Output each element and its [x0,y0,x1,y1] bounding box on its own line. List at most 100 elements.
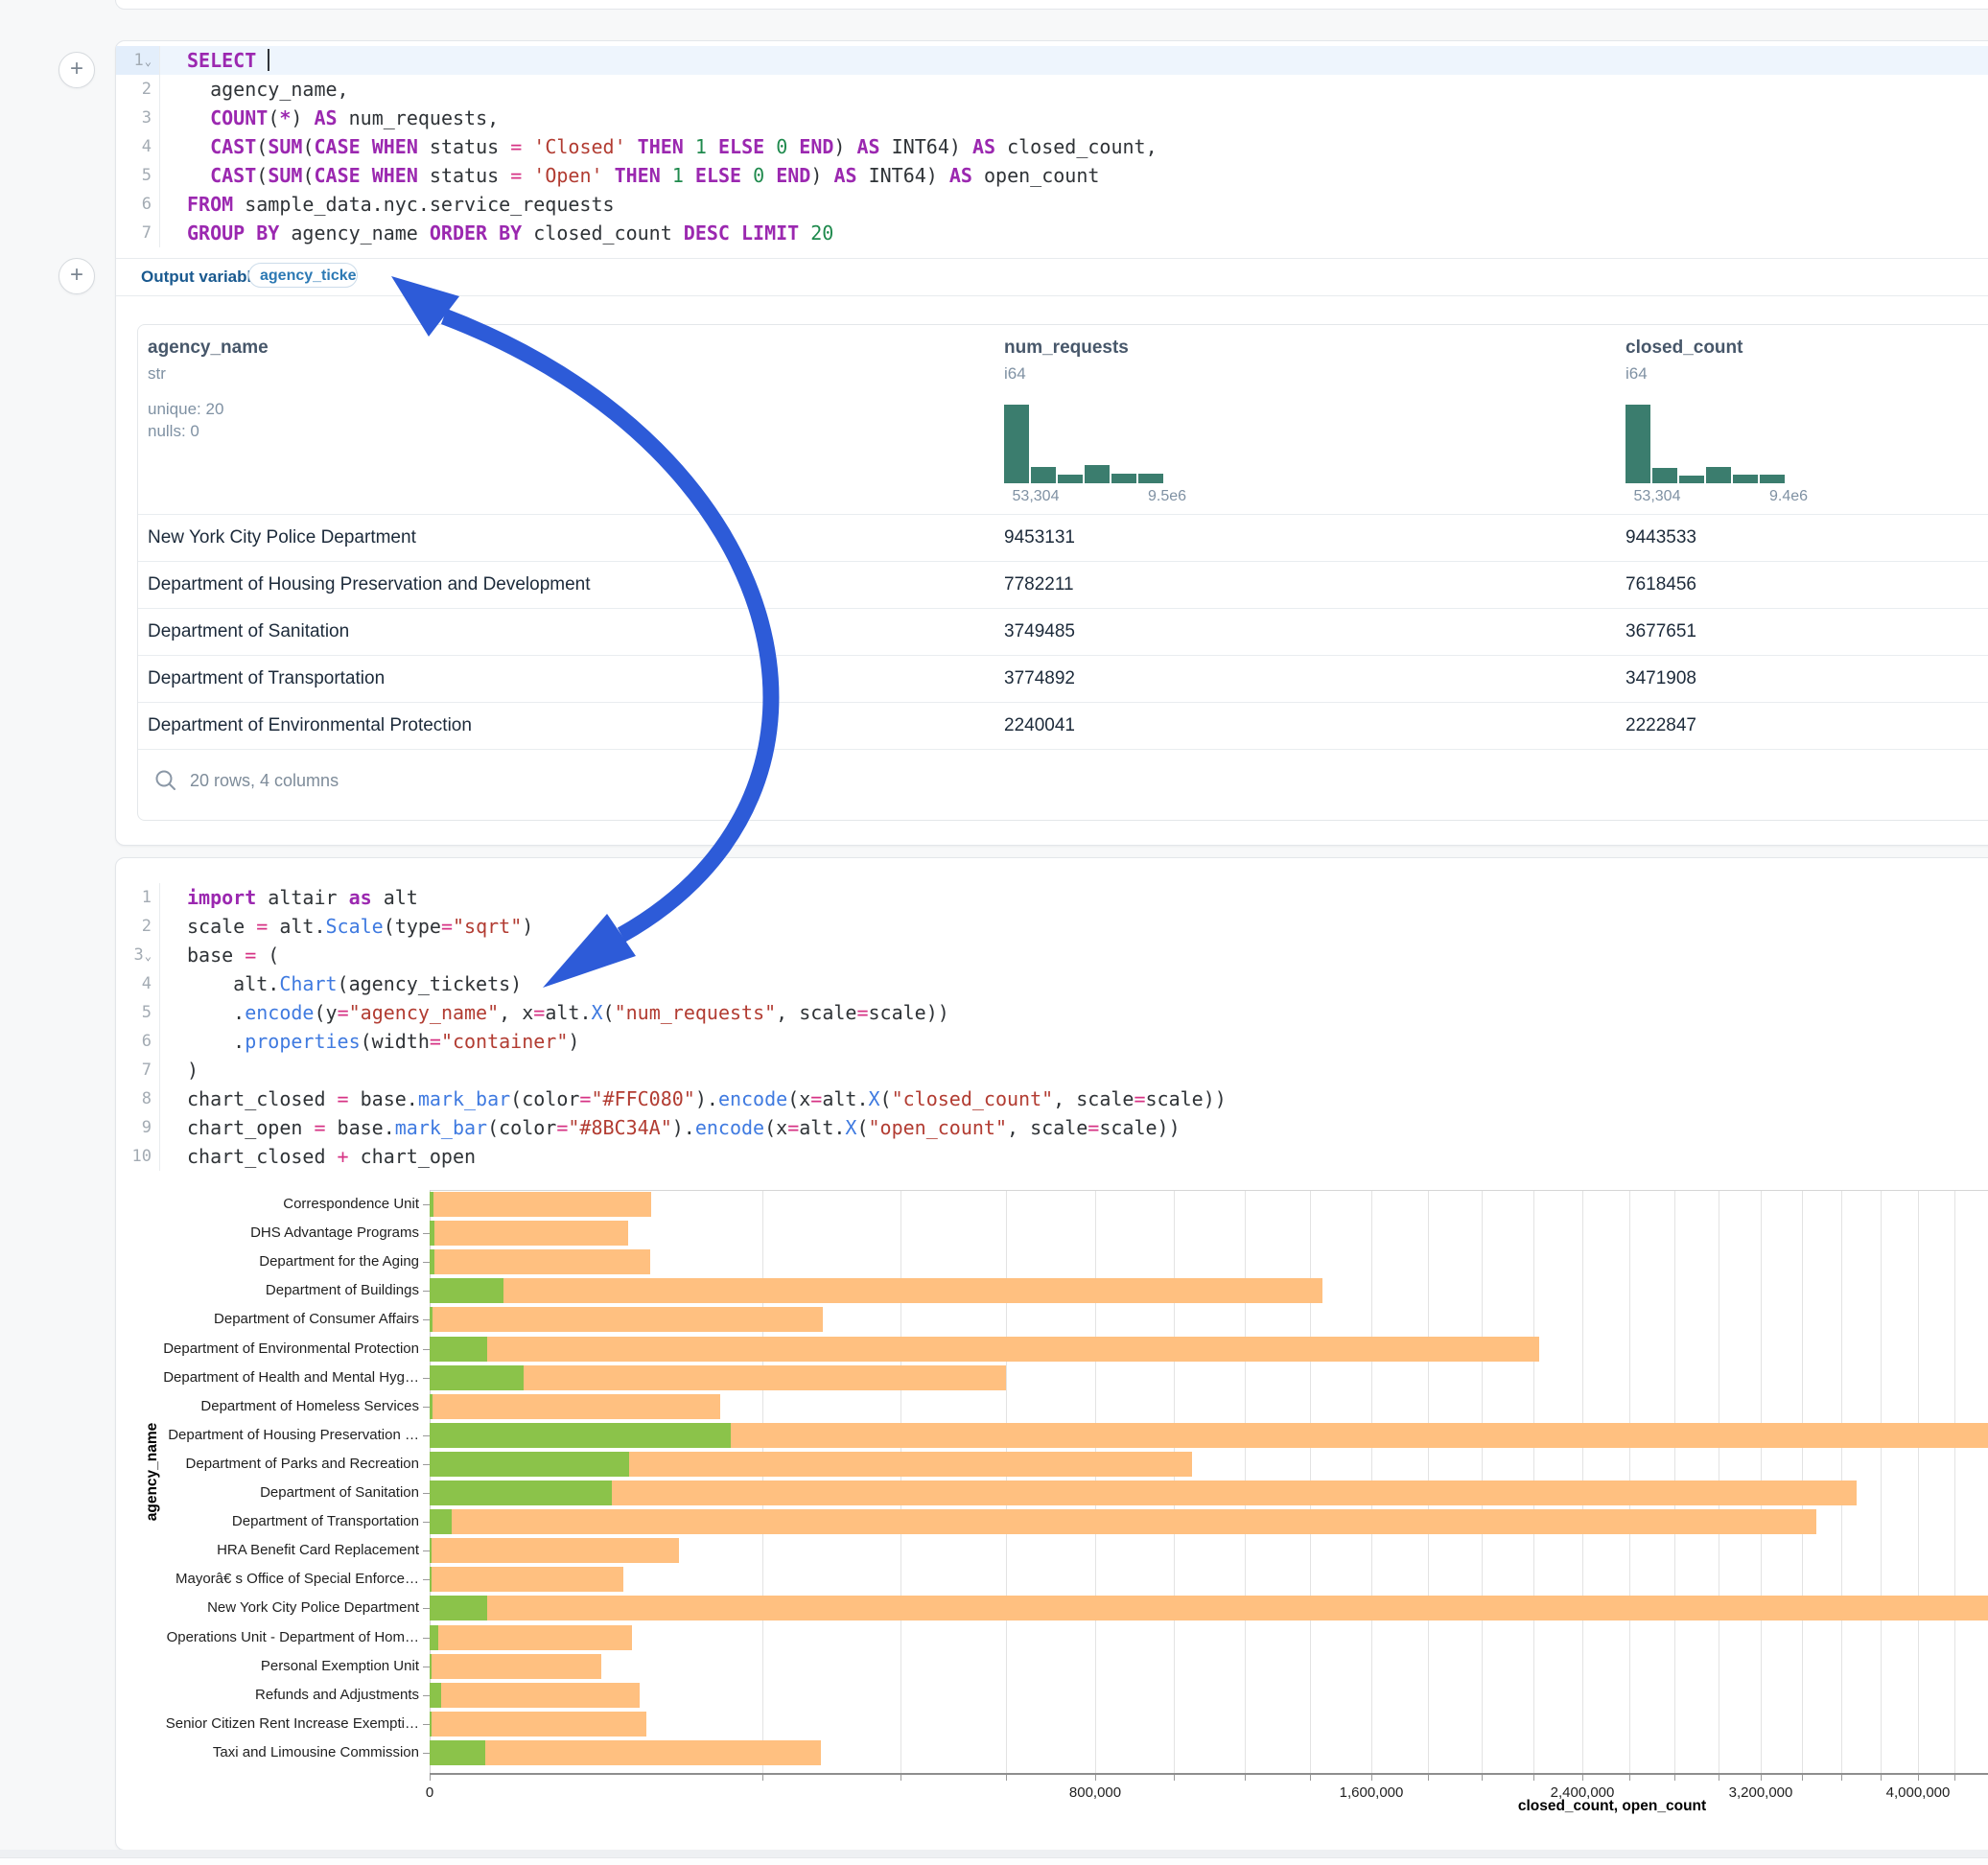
line-number: 1 [116,883,160,912]
bar-closed-count [430,1278,1322,1303]
column-header[interactable]: agency_name [148,338,269,359]
code-text: chart_closed = base.mark_bar(color="#FFC… [160,1087,1227,1110]
y-axis-tick [423,1435,430,1436]
bar-closed-count [430,1480,1857,1505]
line-number: 1⌄ [116,46,160,75]
bar-closed-count [430,1394,720,1419]
y-axis-tick [423,1724,430,1725]
y-axis-label: HRA Benefit Card Replacement [120,1542,419,1559]
y-axis-label: Taxi and Limousine Commission [120,1744,419,1761]
bar-closed-count [430,1307,823,1332]
table-row[interactable]: Department of Housing Preservation and D… [138,562,1988,609]
table-row[interactable]: Department of Environmental Protection22… [138,703,1988,750]
y-axis-tick [423,1262,430,1263]
y-axis-label: Department of Sanitation [120,1484,419,1502]
column-header[interactable]: closed_count [1625,338,1742,359]
bar-closed-count [430,1337,1539,1362]
y-axis-tick [423,1753,430,1754]
bar-open-count [430,1278,503,1303]
bar-open-count [430,1249,434,1274]
line-number: 6 [116,1027,160,1056]
table-row[interactable]: Department of Transportation377489234719… [138,656,1988,703]
code-line[interactable]: 6FROM sample_data.nyc.service_requests [116,190,1988,219]
code-line[interactable]: 5 CAST(SUM(CASE WHEN status = 'Open' THE… [116,161,1988,190]
table-cell: 2240041 [1004,703,1075,749]
line-number: 3⌄ [116,941,160,969]
bar-closed-count [430,1249,650,1274]
bar-open-count [430,1337,487,1362]
chevron-down-icon[interactable]: ⌄ [145,949,152,963]
y-axis-label: Department of Environmental Protection [120,1340,419,1358]
gridline [1918,1190,1919,1773]
python-code-editor[interactable]: 1import altair as alt2scale = alt.Scale(… [116,883,1988,1171]
x-axis-tick [1482,1775,1483,1781]
table-cell: 3774892 [1004,656,1075,702]
table-row[interactable]: Department of Sanitation37494853677651 [138,609,1988,656]
histogram-bar [1085,465,1110,483]
x-axis-tick [1674,1775,1675,1781]
python-cell: 1import altair as alt2scale = alt.Scale(… [115,857,1988,1851]
plot-top-border [430,1190,1988,1191]
x-axis-tick [1629,1775,1630,1781]
code-line[interactable]: 2scale = alt.Scale(type="sqrt") [116,912,1988,941]
divider [116,295,1988,296]
code-text: CAST(SUM(CASE WHEN status = 'Closed' THE… [160,135,1158,158]
y-axis-tick [423,1319,430,1320]
bar-closed-count [430,1596,1988,1620]
y-axis-tick [423,1493,430,1494]
code-line[interactable]: 10chart_closed + chart_open [116,1142,1988,1171]
gridline [1954,1190,1955,1773]
code-line[interactable]: 2 agency_name, [116,75,1988,104]
code-line[interactable]: 1import altair as alt [116,883,1988,912]
code-line[interactable]: 6 .properties(width="container") [116,1027,1988,1056]
add-cell-button[interactable]: + [58,258,95,294]
code-line[interactable]: 3⌄base = ( [116,941,1988,969]
y-axis-tick [423,1204,430,1205]
table-cell: New York City Police Department [148,515,416,561]
chevron-down-icon[interactable]: ⌄ [145,55,152,68]
histogram-bar [1652,468,1677,483]
text-cursor [268,49,269,71]
code-line[interactable]: 7GROUP BY agency_name ORDER BY closed_co… [116,219,1988,247]
add-cell-button[interactable]: + [58,52,95,88]
code-text: FROM sample_data.nyc.service_requests [160,193,615,216]
table-cell: 7618456 [1625,562,1696,608]
x-axis-tick [1533,1775,1534,1781]
previous-cell-edge [115,0,1988,10]
x-axis-tick [1954,1775,1955,1781]
line-number: 7 [116,219,160,247]
code-line[interactable]: 8chart_closed = base.mark_bar(color="#FF… [116,1084,1988,1113]
line-number: 8 [116,1084,160,1113]
line-number: 2 [116,912,160,941]
code-line[interactable]: 1⌄SELECT [116,46,1988,75]
code-line[interactable]: 4 alt.Chart(agency_tickets) [116,969,1988,998]
table-row[interactable]: New York City Police Department 9453131 94… [138,515,1988,562]
y-axis-label: Personal Exemption Unit [120,1658,419,1675]
column-type: i64 [1625,364,1648,384]
y-axis-tick [423,1233,430,1234]
table-cell: 9443533 [1625,515,1696,561]
output-variable-pill[interactable]: agency_tickets [248,263,358,288]
code-text: scale = alt.Scale(type="sqrt") [160,915,533,938]
code-line[interactable]: 7) [116,1056,1988,1084]
code-line[interactable]: 4 CAST(SUM(CASE WHEN status = 'Closed' T… [116,132,1988,161]
column-header[interactable]: num_requests [1004,338,1129,359]
search-icon[interactable] [153,768,178,793]
histogram-bar [1058,475,1083,483]
x-axis-tick [1761,1775,1762,1781]
x-axis-tick [1881,1775,1882,1781]
x-axis-tick [1371,1775,1372,1781]
y-axis-label: Senior Citizen Rent Increase Exempti… [120,1715,419,1733]
histogram-min-label: 53,304 [1634,488,1681,505]
table-cell: 9453131 [1004,515,1075,561]
sql-code-editor[interactable]: 1⌄SELECT 2 agency_name,3 COUNT(*) AS num… [116,46,1988,247]
x-axis-tick-label: 3,200,000 [1729,1784,1793,1801]
x-axis-tick-label: 800,000 [1069,1784,1121,1801]
line-number: 5 [116,998,160,1027]
y-axis-label: Department of Consumer Affairs [120,1311,419,1328]
line-number: 4 [116,132,160,161]
line-number: 2 [116,75,160,104]
code-line[interactable]: 5 .encode(y="agency_name", x=alt.X("num_… [116,998,1988,1027]
code-line[interactable]: 3 COUNT(*) AS num_requests, [116,104,1988,132]
code-line[interactable]: 9chart_open = base.mark_bar(color="#8BC3… [116,1113,1988,1142]
